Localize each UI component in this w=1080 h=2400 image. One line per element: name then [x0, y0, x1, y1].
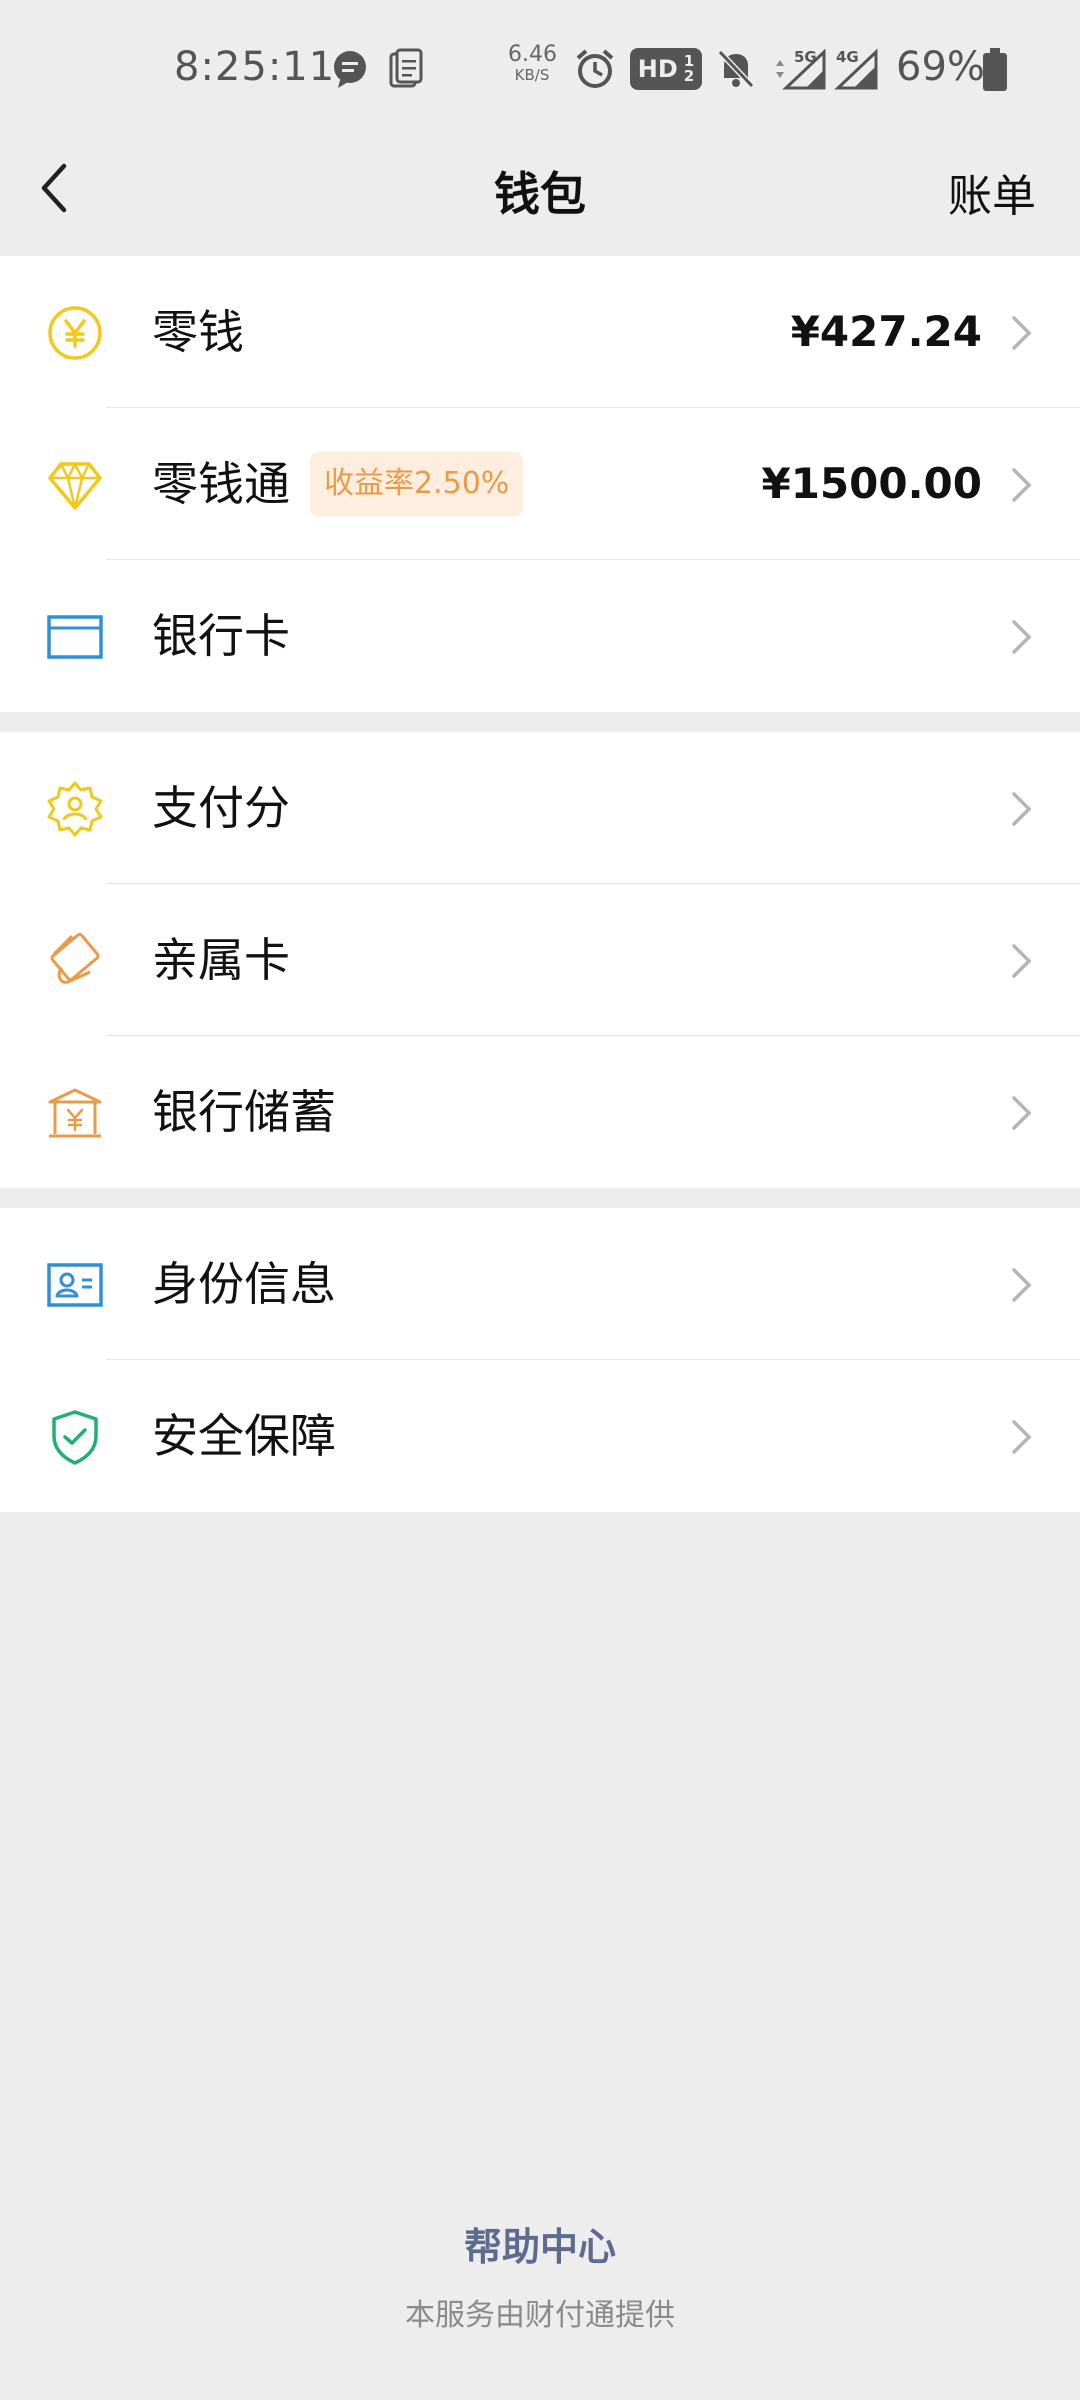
row-family-card[interactable]: 亲属卡 [0, 884, 1080, 1036]
chevron-right-icon [1012, 468, 1032, 502]
chevron-right-icon [1012, 944, 1032, 978]
yuan-coin-icon [48, 306, 102, 360]
row-label: 支付分 [152, 781, 290, 835]
wallet-assets-group: 零钱 ¥427.24 零钱通 收益率2.50% ¥1500.00 银行卡 [0, 256, 1080, 712]
chevron-right-icon [1012, 1268, 1032, 1302]
help-center-link[interactable]: 帮助中心 [0, 2216, 1080, 2271]
status-time: 8:25:11 [174, 44, 336, 90]
row-label: 银行卡 [152, 609, 290, 663]
page-title: 钱包 [494, 167, 586, 221]
chevron-right-icon [1012, 1420, 1032, 1454]
balance-value: ¥427.24 [790, 307, 982, 356]
row-bank-card[interactable]: 银行卡 [0, 560, 1080, 712]
message-icon [334, 51, 366, 88]
bank-savings-icon [48, 1088, 102, 1138]
chevron-right-icon [1012, 792, 1032, 826]
nav-bar: 钱包 账单 [0, 120, 1080, 254]
bank-card-icon [47, 615, 103, 659]
signal-5g-icon: 5G [776, 48, 826, 90]
wallet-services-group: 支付分 亲属卡 银行储蓄 [0, 732, 1080, 1188]
chevron-right-icon [1012, 316, 1032, 350]
row-label: 身份信息 [152, 1257, 336, 1311]
row-security[interactable]: 安全保障 [0, 1360, 1080, 1512]
chevron-right-icon [1012, 620, 1032, 654]
row-bank-savings[interactable]: 银行储蓄 [0, 1036, 1080, 1188]
payment-score-icon [47, 781, 103, 837]
mute-icon [717, 49, 755, 89]
chevron-right-icon [1012, 1096, 1032, 1130]
row-label: 零钱 [152, 305, 244, 359]
battery-level: 69% [896, 44, 985, 90]
alarm-icon [576, 49, 614, 88]
id-card-icon [47, 1263, 103, 1307]
identity-security-group: 身份信息 安全保障 [0, 1208, 1080, 1512]
network-speed: 6.46 KB/S [508, 42, 557, 84]
shield-check-icon [52, 1410, 98, 1465]
balance-value: ¥1500.00 [761, 459, 982, 508]
row-identity-info[interactable]: 身份信息 [0, 1208, 1080, 1360]
clipboard-icon [389, 48, 423, 88]
bill-button[interactable]: 账单 [948, 160, 1036, 224]
svg-text:5G: 5G [794, 48, 817, 66]
diamond-icon [48, 462, 102, 510]
row-change[interactable]: 零钱 ¥427.24 [0, 256, 1080, 408]
signal-4g-icon: 4G [834, 48, 878, 90]
status-bar: 8:25:11 6.46 KB/S HD 1 2 5G 4G 69% [0, 0, 1080, 136]
battery-icon [983, 48, 1007, 91]
family-card-icon [50, 933, 100, 984]
yield-rate-badge: 收益率2.50% [310, 452, 524, 516]
row-payment-score[interactable]: 支付分 [0, 732, 1080, 884]
service-provider-note: 本服务由财付通提供 [405, 2298, 675, 2333]
row-label: 安全保障 [152, 1409, 336, 1463]
svg-text:4G: 4G [836, 48, 859, 66]
hd-icon: HD 1 2 [630, 48, 702, 90]
row-label: 银行储蓄 [152, 1085, 336, 1139]
row-label: 零钱通 [152, 457, 290, 511]
row-label: 亲属卡 [152, 933, 290, 987]
row-change-plus[interactable]: 零钱通 收益率2.50% ¥1500.00 [0, 408, 1080, 560]
